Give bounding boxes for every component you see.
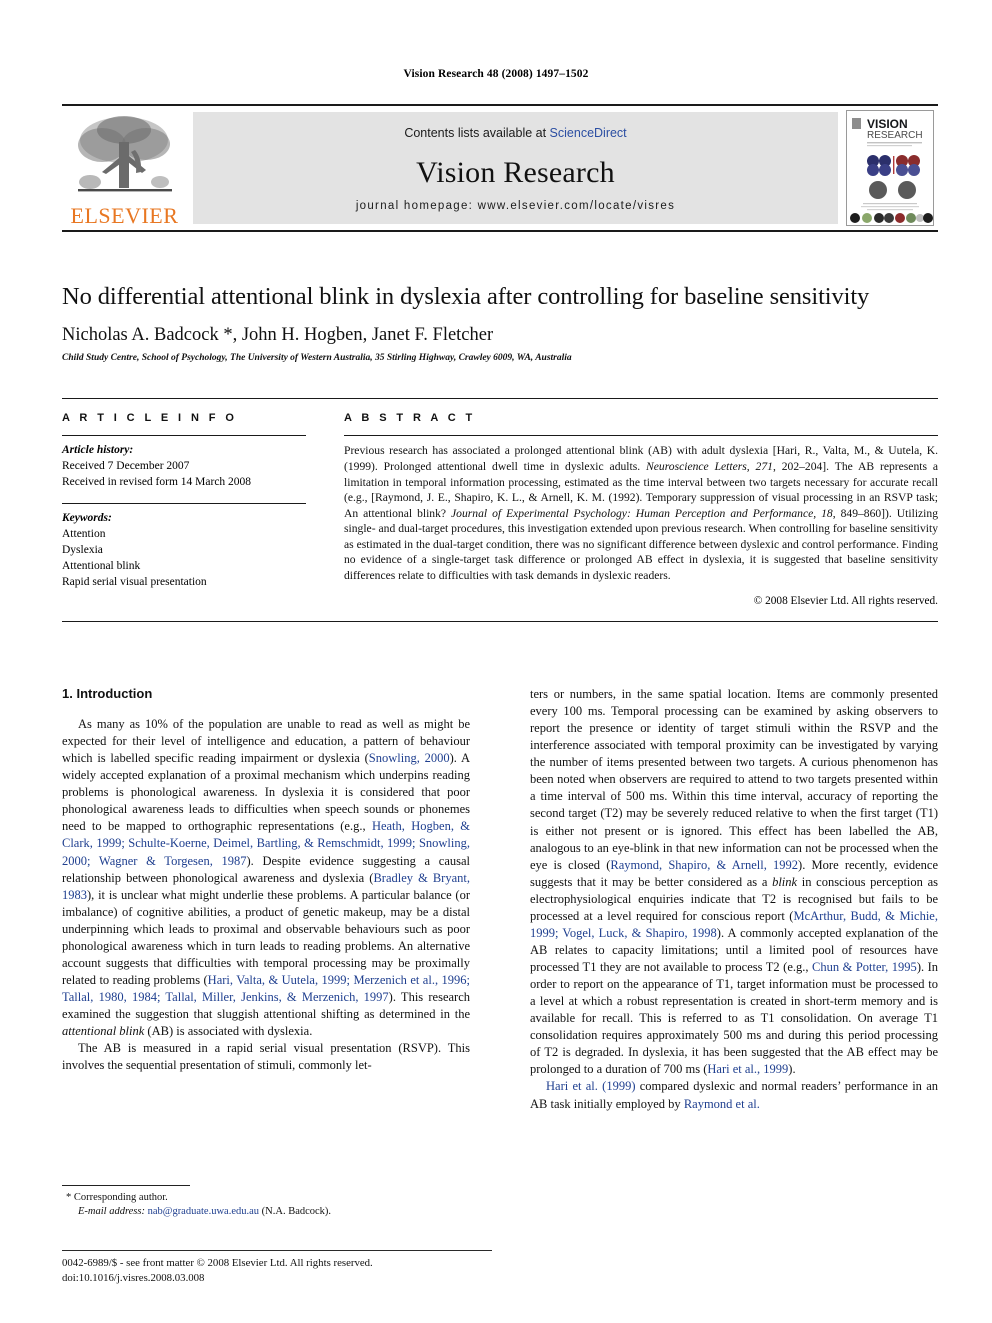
article-history-label: Article history:: [62, 444, 134, 457]
divider-rule-abstract: [344, 435, 938, 437]
article-title-block: No differential attentional blink in dys…: [62, 283, 938, 363]
body-right-column: ters or numbers, in the same spatial loc…: [530, 686, 938, 1113]
elsevier-logo: ELSEVIER: [62, 106, 187, 230]
footnote-block: * Corresponding author. E-mail address: …: [62, 1185, 470, 1219]
body-paragraph: As many as 10% of the population are una…: [62, 716, 470, 1040]
copyright-line: © 2008 Elsevier Ltd. All rights reserved…: [753, 594, 938, 607]
affiliation: Child Study Centre, School of Psychology…: [62, 353, 572, 364]
keyword-item: Rapid serial visual presentation: [62, 575, 207, 588]
journal-title: Vision Research: [416, 156, 615, 189]
doi-line: doi:10.1016/j.visres.2008.03.008: [62, 1271, 205, 1284]
citation-link[interactable]: Snowling, 2000: [369, 751, 450, 765]
asterisk-icon: *: [66, 1191, 74, 1203]
body-paragraph: Hari et al. (1999) compared dyslexic and…: [530, 1078, 938, 1112]
cover-image: VISION RESEARCH: [846, 110, 934, 226]
elsevier-wordmark: ELSEVIER: [70, 203, 179, 228]
info-abstract-band: A R T I C L E I N F O Article history: R…: [62, 398, 938, 622]
divider-rule: [62, 435, 306, 437]
citation-link[interactable]: Chun & Potter, 1995: [812, 960, 917, 974]
issn-doi-block: 0042-6989/$ - see front matter © 2008 El…: [62, 1250, 492, 1286]
citation-link[interactable]: Raymond et al.: [684, 1097, 760, 1111]
keyword-item: Attentional blink: [62, 559, 141, 572]
journal-masthead: ELSEVIER Contents lists available at Sci…: [62, 104, 938, 232]
abstract-column: A B S T R A C T Previous research has as…: [324, 412, 938, 607]
running-head: Vision Research 48 (2008) 1497–1502: [403, 68, 589, 80]
keywords-label: Keywords:: [62, 512, 112, 525]
citation-link[interactable]: Hari et al. (1999): [546, 1079, 636, 1093]
journal-article-page: Vision Research 48 (2008) 1497–1502 ELSE…: [0, 0, 992, 1323]
text-run: ).: [788, 1062, 796, 1077]
elsevier-tree-icon: [77, 116, 172, 192]
masthead-center-panel: Contents lists available at ScienceDirec…: [193, 112, 838, 224]
email-note: E-mail address: nab@graduate.uwa.edu.au …: [62, 1205, 470, 1219]
article-info-column: A R T I C L E I N F O Article history: R…: [62, 412, 324, 607]
author-list: Nicholas A. Badcock *, John H. Hogben, J…: [62, 325, 494, 346]
cover-artwork-icon: VISION RESEARCH: [847, 111, 933, 225]
citation-link[interactable]: Hari et al., 1999: [707, 1062, 788, 1076]
issn-line: 0042-6989/$ - see front matter © 2008 El…: [62, 1250, 492, 1271]
section-heading-introduction: 1. Introduction: [62, 686, 153, 701]
corresponding-author-note: * Corresponding author.: [62, 1191, 470, 1205]
keyword-item: Attention: [62, 528, 106, 541]
svg-text:RESEARCH: RESEARCH: [867, 130, 923, 141]
email-label: E-mail address:: [78, 1206, 145, 1218]
sciencedirect-link[interactable]: ScienceDirect: [550, 126, 627, 140]
divider-rule-keywords: [62, 502, 306, 505]
body-paragraph: The AB is measured in a rapid serial vis…: [62, 1041, 470, 1073]
abstract-journal-ref: Neuroscience Letters, 271: [646, 459, 773, 473]
abstract-heading: A B S T R A C T: [344, 412, 476, 424]
emphasis-text: attentional blink: [62, 1024, 145, 1039]
corresponding-author-text: Corresponding author.: [73, 1191, 168, 1203]
email-link[interactable]: nab@graduate.uwa.edu.au: [148, 1206, 259, 1217]
email-owner: (N.A. Badcock).: [261, 1206, 332, 1218]
text-run: ters or numbers, in the same spatial loc…: [530, 687, 938, 872]
citation-link[interactable]: Raymond, Shapiro, & Arnell, 1992: [610, 858, 798, 872]
text-run: ). In order to report on the appearance …: [530, 960, 939, 1077]
keyword-item: Dyslexia: [62, 544, 103, 557]
body-two-column-layout: 1. Introduction As many as 10% of the po…: [62, 686, 938, 1113]
footnote-divider: [62, 1185, 190, 1186]
abstract-text: Previous research has associated a prolo…: [344, 443, 938, 583]
svg-text:VISION: VISION: [867, 117, 908, 131]
journal-homepage-link[interactable]: journal homepage: www.elsevier.com/locat…: [193, 200, 838, 212]
emphasis-text: blink: [772, 874, 798, 889]
contents-available-line: Contents lists available at ScienceDirec…: [193, 126, 838, 140]
page-title: No differential attentional blink in dys…: [62, 283, 870, 310]
abstract-journal-ref: Journal of Experimental Psychology: Huma…: [451, 506, 833, 520]
body-paragraph: ters or numbers, in the same spatial loc…: [530, 686, 938, 1078]
article-info-heading: A R T I C L E I N F O: [62, 412, 238, 424]
text-run: (AB) is associated with dyslexia.: [144, 1024, 313, 1039]
contents-prefix-text: Contents lists available at: [404, 126, 550, 140]
article-history-received: Received 7 December 2007: [62, 460, 190, 473]
journal-cover-thumbnail: VISION RESEARCH: [842, 106, 938, 230]
body-left-column: 1. Introduction As many as 10% of the po…: [62, 686, 470, 1113]
article-history-revised: Received in revised form 14 March 2008: [62, 476, 252, 489]
